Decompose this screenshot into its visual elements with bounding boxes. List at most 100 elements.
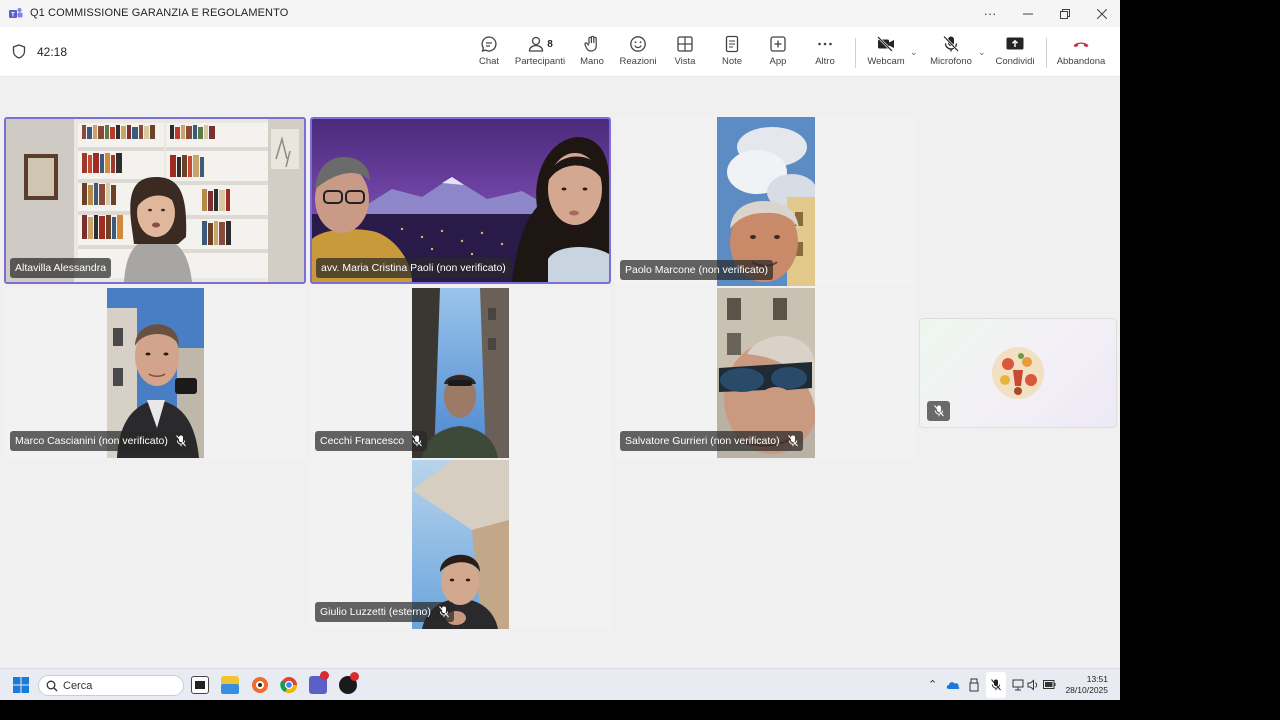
view-label: Vista — [674, 56, 696, 67]
participant-name: avv. Maria Cristina Paoli (non verificat… — [321, 262, 506, 274]
task-view-icon[interactable] — [191, 676, 209, 694]
meeting-toolbar: 42:18 Chat 8 Partecipanti Mano Reazioni … — [0, 27, 1120, 77]
taskbar-search-input[interactable]: Cerca — [38, 675, 184, 696]
battery-icon[interactable] — [1043, 680, 1056, 689]
usb-icon[interactable] — [969, 678, 979, 692]
microphone-button[interactable]: Microfono — [928, 35, 974, 73]
participant-tile[interactable]: Cecchi Francesco — [310, 288, 611, 458]
apps-label: App — [769, 56, 787, 67]
participant-tile[interactable]: Marco Cascianini (non verificato) — [4, 288, 306, 458]
teams-logo-icon: T — [9, 8, 23, 19]
notes-button[interactable]: Note — [720, 35, 744, 73]
toolbar-divider — [855, 38, 856, 68]
mic-off-icon — [787, 435, 798, 447]
mic-off-icon — [439, 606, 449, 618]
participant-name-label: avv. Maria Cristina Paoli (non verificat… — [316, 258, 511, 278]
clock-time: 13:51 — [1086, 674, 1108, 684]
chrome-icon[interactable] — [280, 676, 298, 694]
chat-icon — [481, 36, 497, 52]
self-mute-indicator[interactable] — [927, 401, 950, 421]
avatar — [992, 347, 1044, 399]
notes-label: Note — [721, 56, 743, 67]
app-icon[interactable] — [339, 672, 359, 694]
leave-label: Abbandona — [1056, 56, 1106, 67]
chat-label: Chat — [478, 56, 500, 67]
webcam-options-chevron-down-icon[interactable]: ⌄ — [910, 47, 918, 58]
svg-text:T: T — [11, 13, 15, 19]
notes-icon — [725, 35, 739, 53]
reactions-button[interactable]: Reazioni — [619, 35, 657, 73]
window-title: Q1 COMMISSIONE GARANZIA E REGOLAMENTO — [30, 7, 289, 19]
participant-tile[interactable]: avv. Maria Cristina Paoli (non verificat… — [310, 117, 611, 284]
search-icon — [46, 680, 58, 692]
share-label: Condividi — [995, 56, 1035, 67]
reactions-label: Reazioni — [619, 56, 657, 67]
chat-button[interactable]: Chat — [477, 35, 501, 73]
participant-tile[interactable]: Giulio Luzzetti (esterno) — [310, 460, 611, 629]
mic-tray-button[interactable] — [986, 672, 1006, 698]
people-icon — [529, 36, 544, 52]
participants-count: 8 — [547, 38, 553, 50]
hang-up-icon — [1073, 42, 1089, 48]
participant-name: Giulio Luzzetti (esterno) — [320, 606, 431, 618]
shield-icon — [12, 44, 26, 59]
grid-view-icon — [677, 36, 693, 52]
app-icon[interactable] — [251, 676, 269, 694]
participant-tile[interactable]: Salvatore Gurrieri (non verificato) — [615, 288, 915, 458]
taskbar-clock[interactable]: 13:51 28/10/2025 — [1065, 674, 1108, 696]
participant-name-label: Altavilla Alessandra — [10, 258, 112, 278]
windows-taskbar: Cerca ⌃ 13:51 28/10/2025 — [0, 668, 1120, 700]
show-hidden-icons-chevron-up-icon[interactable]: ⌃ — [928, 678, 937, 691]
network-icon[interactable] — [1012, 679, 1024, 691]
leave-button[interactable]: Abbandona — [1056, 35, 1106, 73]
participant-name: Cecchi Francesco — [320, 435, 405, 447]
participant-tile[interactable]: Paolo Marcone (non verificato) — [615, 117, 915, 286]
microphone-options-chevron-down-icon[interactable]: ⌄ — [978, 47, 986, 58]
participant-name-label: Salvatore Gurrieri (non verificato) — [620, 431, 803, 451]
minimize-button[interactable] — [1010, 0, 1046, 27]
camera-off-icon — [877, 36, 894, 52]
ellipsis-icon — [818, 42, 832, 46]
share-screen-icon — [1006, 37, 1024, 50]
windows-start-icon[interactable] — [13, 677, 29, 693]
raise-hand-button[interactable]: Mano — [578, 35, 606, 73]
participant-name-label: Giulio Luzzetti (esterno) — [315, 602, 454, 622]
participant-tile[interactable]: Altavilla Alessandra — [4, 117, 306, 284]
add-app-icon — [770, 36, 786, 52]
share-button[interactable]: Condividi — [995, 35, 1035, 73]
toolbar-divider — [1046, 38, 1047, 68]
participants-button[interactable]: 8 Partecipanti — [515, 35, 565, 73]
clock-date: 28/10/2025 — [1065, 685, 1108, 695]
teams-taskbar-icon[interactable] — [309, 671, 329, 694]
view-button[interactable]: Vista — [673, 35, 697, 73]
microphone-label: Microfono — [930, 56, 972, 67]
more-button[interactable]: Altro — [813, 35, 837, 73]
mic-off-icon — [412, 435, 422, 447]
file-explorer-icon[interactable] — [221, 676, 239, 694]
webcam-button[interactable]: Webcam — [866, 35, 906, 73]
teams-meeting-window: T Q1 COMMISSIONE GARANZIA E REGOLAMENTO … — [0, 0, 1120, 700]
participant-name-label: Cecchi Francesco — [315, 431, 428, 451]
emoji-icon — [630, 36, 646, 52]
self-view-tile[interactable] — [919, 318, 1117, 428]
participant-name: Altavilla Alessandra — [15, 262, 107, 274]
mic-off-icon — [991, 679, 1001, 691]
webcam-label: Webcam — [867, 56, 905, 67]
participants-label: Partecipanti — [514, 56, 566, 67]
more-options-icon[interactable]: ··· — [972, 0, 1008, 27]
volume-icon[interactable] — [1027, 679, 1039, 691]
search-placeholder: Cerca — [63, 679, 93, 692]
mic-off-icon — [933, 405, 944, 417]
more-label: Altro — [815, 56, 835, 67]
mic-off-icon — [943, 35, 959, 52]
participant-name: Marco Cascianini (non verificato) — [15, 435, 168, 447]
close-button[interactable] — [1084, 0, 1120, 27]
hand-icon — [584, 35, 597, 52]
participant-name-label: Marco Cascianini (non verificato) — [10, 431, 191, 451]
mic-off-icon — [176, 435, 186, 447]
onedrive-icon[interactable] — [946, 680, 960, 690]
apps-button[interactable]: App — [766, 35, 790, 73]
restore-button[interactable] — [1047, 0, 1083, 27]
hand-label: Mano — [580, 56, 604, 67]
participant-name-label: Paolo Marcone (non verificato) — [620, 260, 773, 280]
